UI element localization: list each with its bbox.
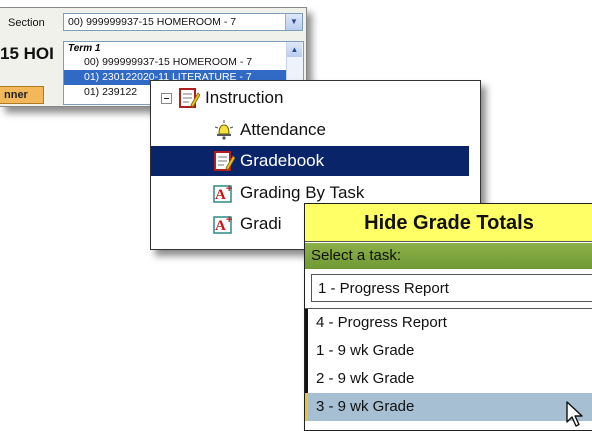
- tree-item-instruction[interactable]: Instruction: [161, 83, 283, 113]
- tree-item-label: Gradebook: [240, 151, 325, 170]
- tree-item-label: Attendance: [240, 120, 327, 139]
- mouse-pointer-icon: [566, 401, 583, 427]
- tree-item-grading[interactable]: A + Gradi: [213, 209, 282, 239]
- attendance-bell-icon: [213, 119, 235, 141]
- tree-item-label: Grading By Task: [240, 183, 365, 202]
- tab-fragment[interactable]: nner: [0, 86, 44, 104]
- tree-item-attendance[interactable]: Attendance: [213, 115, 326, 145]
- task-option[interactable]: 4 - Progress Report: [305, 309, 592, 337]
- hide-grade-totals-button[interactable]: Hide Grade Totals: [305, 204, 592, 242]
- task-select[interactable]: 1 - Progress Report: [311, 274, 592, 302]
- svg-text:+: +: [226, 183, 232, 195]
- grade-totals-panel: Hide Grade Totals Select a task: 1 - Pro…: [304, 203, 592, 431]
- section-label: Section: [8, 17, 45, 29]
- grade-a-plus-icon: A +: [213, 213, 235, 235]
- select-task-label: Select a task:: [305, 243, 592, 269]
- option-group-label: Term 1: [68, 43, 101, 54]
- svg-text:A: A: [215, 218, 226, 234]
- chevron-up-icon[interactable]: ▲: [287, 42, 302, 57]
- tree-item-label: Instruction: [205, 88, 284, 107]
- svg-text:A: A: [215, 187, 226, 203]
- section-select[interactable]: 00) 999999937-15 HOMEROOM - 7 ▼: [63, 13, 303, 31]
- gradebook-icon: [213, 150, 235, 172]
- svg-text:+: +: [226, 214, 232, 226]
- page-title: 15 HOI: [0, 44, 54, 63]
- task-option[interactable]: 2 - 9 wk Grade: [305, 365, 592, 393]
- task-option[interactable]: 1 - 9 wk Grade: [305, 337, 592, 365]
- task-options-list[interactable]: 4 - Progress Report 1 - 9 wk Grade 2 - 9…: [305, 308, 592, 421]
- section-select-value: 00) 999999937-15 HOMEROOM - 7: [68, 16, 237, 28]
- collapse-icon[interactable]: [161, 92, 172, 104]
- tree-item-gradebook[interactable]: Gradebook: [151, 146, 469, 176]
- instruction-icon: [178, 87, 200, 109]
- grade-a-plus-icon: A +: [213, 182, 235, 204]
- section-option[interactable]: 00) 999999937-15 HOMEROOM - 7: [64, 55, 303, 70]
- tree-item-label: Gradi: [240, 214, 282, 233]
- chevron-down-icon[interactable]: ▼: [285, 14, 302, 30]
- task-option-hovered[interactable]: 3 - 9 wk Grade: [305, 393, 592, 421]
